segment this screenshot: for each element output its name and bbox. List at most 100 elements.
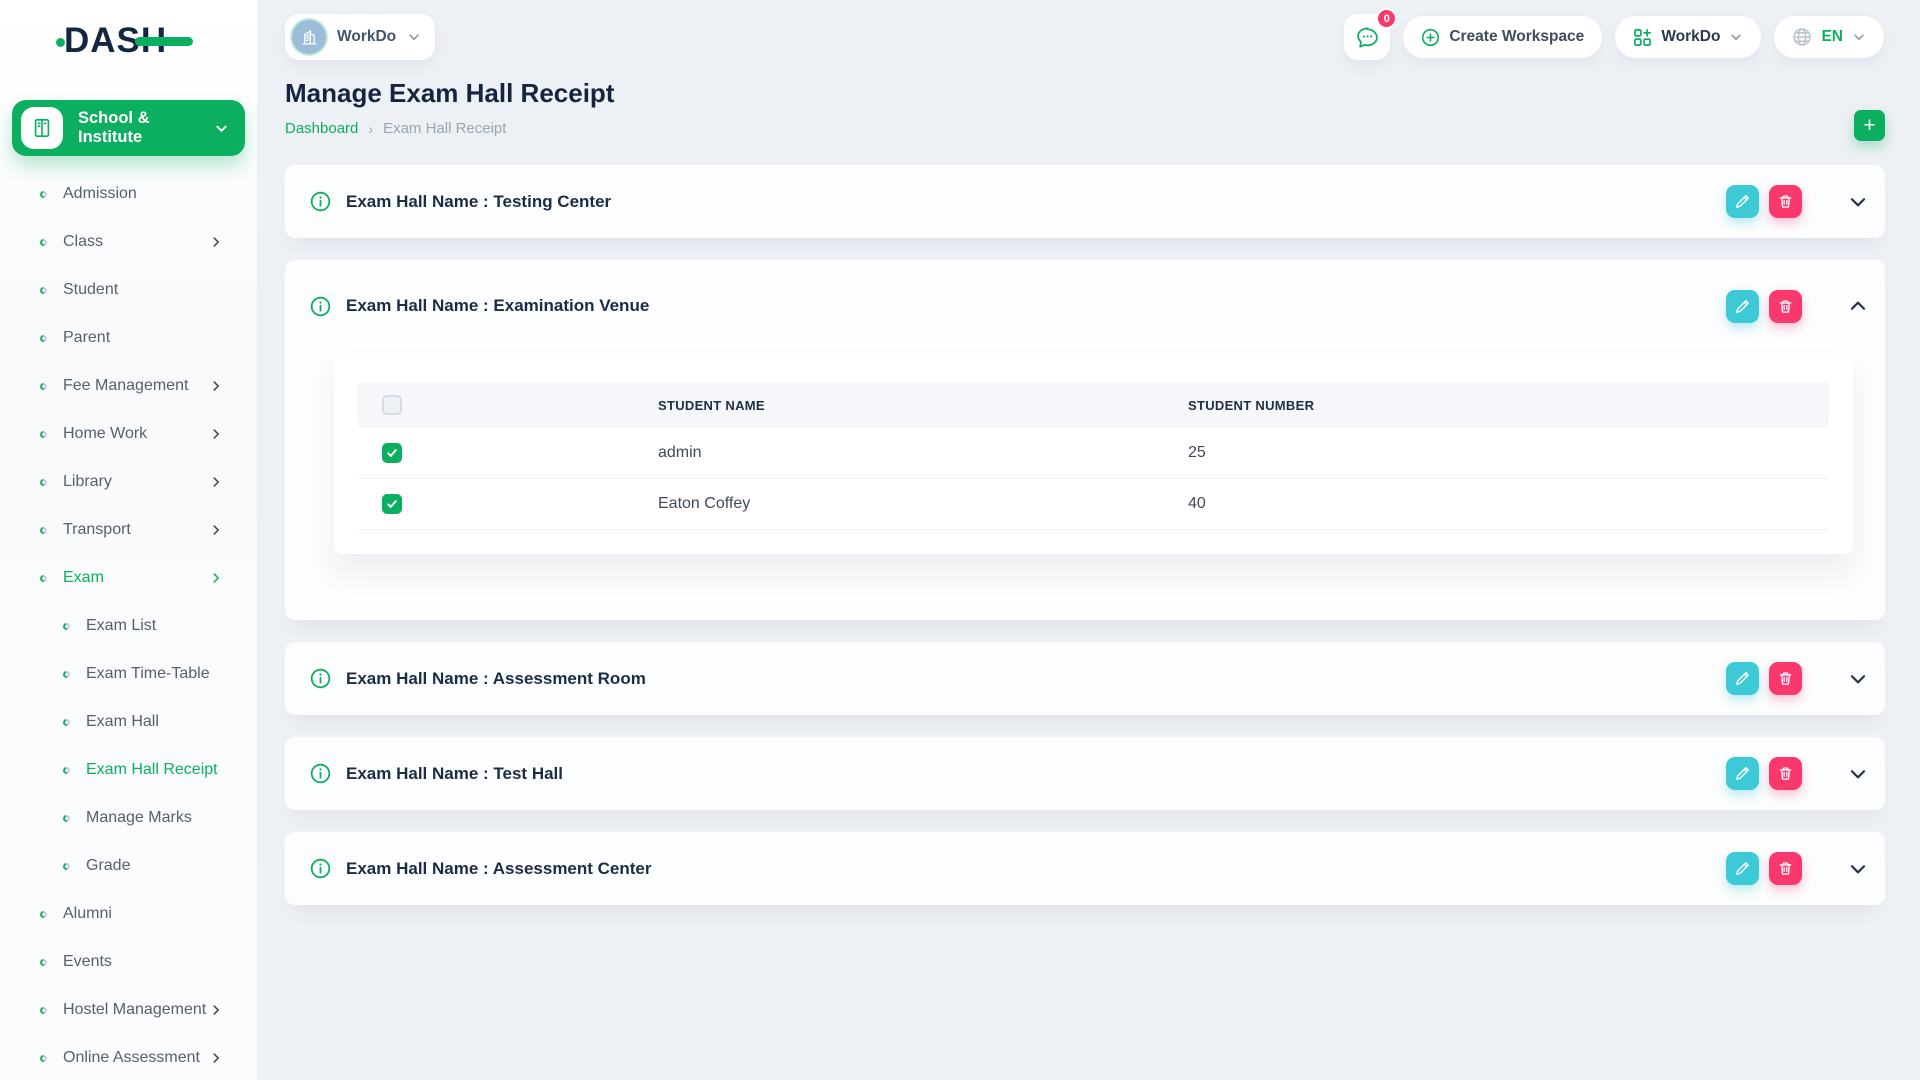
- student-name-cell: admin: [646, 428, 1176, 479]
- pencil-icon: [1735, 766, 1750, 781]
- table-header-row: STUDENT NAME STUDENT NUMBER: [358, 382, 1829, 428]
- edit-button[interactable]: [1726, 290, 1759, 323]
- notification-badge: 0: [1376, 8, 1397, 29]
- accordion-chevron-icon[interactable]: [1847, 295, 1869, 317]
- exam-hall-card-header[interactable]: Exam Hall Name : Assessment Room: [285, 642, 1885, 715]
- trash-icon: [1778, 766, 1793, 781]
- sidebar-item-label: Transport: [63, 521, 131, 539]
- exam-hall-card-header[interactable]: Exam Hall Name : Assessment Center: [285, 832, 1885, 905]
- card-body: STUDENT NAME STUDENT NUMBER admin 25 Eat…: [285, 352, 1885, 620]
- logo-dot-accent: [56, 38, 65, 47]
- sidebar-item-home-work[interactable]: Home Work: [0, 410, 257, 458]
- sidebar-item-transport[interactable]: Transport: [0, 506, 257, 554]
- sidebar-item-class[interactable]: Class: [0, 218, 257, 266]
- delete-button[interactable]: [1769, 757, 1802, 790]
- delete-button[interactable]: [1769, 662, 1802, 695]
- sidebar-item-admission[interactable]: Admission: [0, 170, 257, 218]
- exam-hall-card-header[interactable]: Exam Hall Name : Testing Center: [285, 165, 1885, 238]
- trash-icon: [1778, 671, 1793, 686]
- pencil-icon: [1735, 194, 1750, 209]
- accordion-chevron-icon[interactable]: [1847, 763, 1869, 785]
- sidebar-item-label: Manage Marks: [86, 809, 192, 827]
- select-all-checkbox[interactable]: [382, 395, 402, 415]
- sidebar-item-label: Events: [63, 953, 112, 971]
- sidebar-item-label: Alumni: [63, 905, 112, 923]
- chevron-down-icon: [1852, 30, 1866, 44]
- chevron-down-icon: [407, 30, 421, 44]
- sidebar-item-student[interactable]: Student: [0, 266, 257, 314]
- exam-hall-card-header[interactable]: Exam Hall Name : Examination Venue: [285, 260, 1885, 352]
- main-content: Manage Exam Hall Receipt Dashboard › Exa…: [257, 64, 1920, 905]
- messenger-button[interactable]: 0: [1344, 14, 1390, 60]
- sidebar-item-manage-marks[interactable]: Manage Marks: [0, 794, 257, 842]
- info-icon: [310, 858, 331, 879]
- edit-button[interactable]: [1726, 757, 1759, 790]
- sidebar-item-exam-list[interactable]: Exam List: [0, 602, 257, 650]
- accordion-chevron-icon[interactable]: [1847, 191, 1869, 213]
- sidebar-item-exam-time-table[interactable]: Exam Time-Table: [0, 650, 257, 698]
- sidebar-item-label: Exam Hall Receipt: [86, 761, 218, 779]
- bullet-icon: [39, 957, 49, 967]
- sidebar-item-parent[interactable]: Parent: [0, 314, 257, 362]
- sidebar-item-events[interactable]: Events: [0, 938, 257, 986]
- workdo-apps-menu[interactable]: WorkDo: [1615, 16, 1761, 58]
- language-label: EN: [1821, 28, 1843, 46]
- language-selector[interactable]: EN: [1774, 16, 1884, 58]
- sidebar-item-label: Exam List: [86, 617, 156, 635]
- breadcrumb: Dashboard › Exam Hall Receipt: [285, 120, 1885, 137]
- card-actions: [1726, 852, 1802, 885]
- exam-hall-card-testing-center: Exam Hall Name : Testing Center: [285, 165, 1885, 238]
- sidebar-item-grade[interactable]: Grade: [0, 842, 257, 890]
- row-checkbox[interactable]: [382, 494, 402, 514]
- bullet-icon: [39, 285, 49, 295]
- row-checkbox[interactable]: [382, 443, 402, 463]
- school-institute-context-button[interactable]: School & Institute: [12, 100, 245, 156]
- pencil-icon: [1735, 299, 1750, 314]
- accordion-chevron-icon[interactable]: [1847, 858, 1869, 880]
- create-workspace-label: Create Workspace: [1449, 28, 1584, 46]
- sidebar-item-exam-hall[interactable]: Exam Hall: [0, 698, 257, 746]
- bullet-icon: [62, 861, 72, 871]
- exam-hall-card-title: Exam Hall Name : Testing Center: [346, 192, 611, 212]
- exam-hall-card-header[interactable]: Exam Hall Name : Test Hall: [285, 737, 1885, 810]
- breadcrumb-dashboard-link[interactable]: Dashboard: [285, 120, 358, 137]
- card-actions: [1726, 757, 1802, 790]
- bullet-icon: [39, 381, 49, 391]
- sidebar-item-alumni[interactable]: Alumni: [0, 890, 257, 938]
- sidebar-item-label: Parent: [63, 329, 110, 347]
- bullet-icon: [62, 621, 72, 631]
- chevron-down-icon: [214, 121, 229, 136]
- sidebar-item-fee-management[interactable]: Fee Management: [0, 362, 257, 410]
- sidebar-item-label: Fee Management: [63, 377, 188, 395]
- sidebar-item-exam-hall-receipt[interactable]: Exam Hall Receipt: [0, 746, 257, 794]
- chevron-right-icon: [209, 523, 223, 537]
- chevron-down-icon: [1729, 30, 1743, 44]
- table-row: Eaton Coffey 40: [358, 479, 1829, 530]
- workspace-switcher[interactable]: WorkDo: [285, 14, 435, 60]
- edit-button[interactable]: [1726, 852, 1759, 885]
- edit-button[interactable]: [1726, 185, 1759, 218]
- sidebar-item-hostel-management[interactable]: Hostel Management: [0, 986, 257, 1034]
- delete-button[interactable]: [1769, 185, 1802, 218]
- school-book-icon: [31, 117, 53, 139]
- exam-hall-card-examination-venue: Exam Hall Name : Examination Venue: [285, 260, 1885, 620]
- delete-button[interactable]: [1769, 290, 1802, 323]
- sidebar-item-exam[interactable]: Exam: [0, 554, 257, 602]
- column-header-student-name: STUDENT NAME: [646, 382, 1176, 428]
- create-workspace-button[interactable]: Create Workspace: [1403, 16, 1602, 58]
- sidebar-item-label: Exam Hall: [86, 713, 159, 731]
- page-head: Manage Exam Hall Receipt Dashboard › Exa…: [285, 78, 1885, 137]
- bullet-icon: [39, 189, 49, 199]
- delete-button[interactable]: [1769, 852, 1802, 885]
- exam-hall-card-title: Exam Hall Name : Test Hall: [346, 764, 563, 784]
- accordion-list: Exam Hall Name : Testing Center: [285, 165, 1885, 905]
- add-exam-hall-receipt-button[interactable]: +: [1854, 110, 1885, 141]
- chevron-right-icon: [209, 475, 223, 489]
- bullet-icon: [39, 1053, 49, 1063]
- sidebar-item-online-assessment[interactable]: Online Assessment: [0, 1034, 257, 1080]
- topbar: WorkDo 0 Create Workspace: [257, 0, 1920, 64]
- edit-button[interactable]: [1726, 662, 1759, 695]
- accordion-chevron-icon[interactable]: [1847, 668, 1869, 690]
- sidebar-item-library[interactable]: Library: [0, 458, 257, 506]
- workspace-avatar: [292, 20, 326, 54]
